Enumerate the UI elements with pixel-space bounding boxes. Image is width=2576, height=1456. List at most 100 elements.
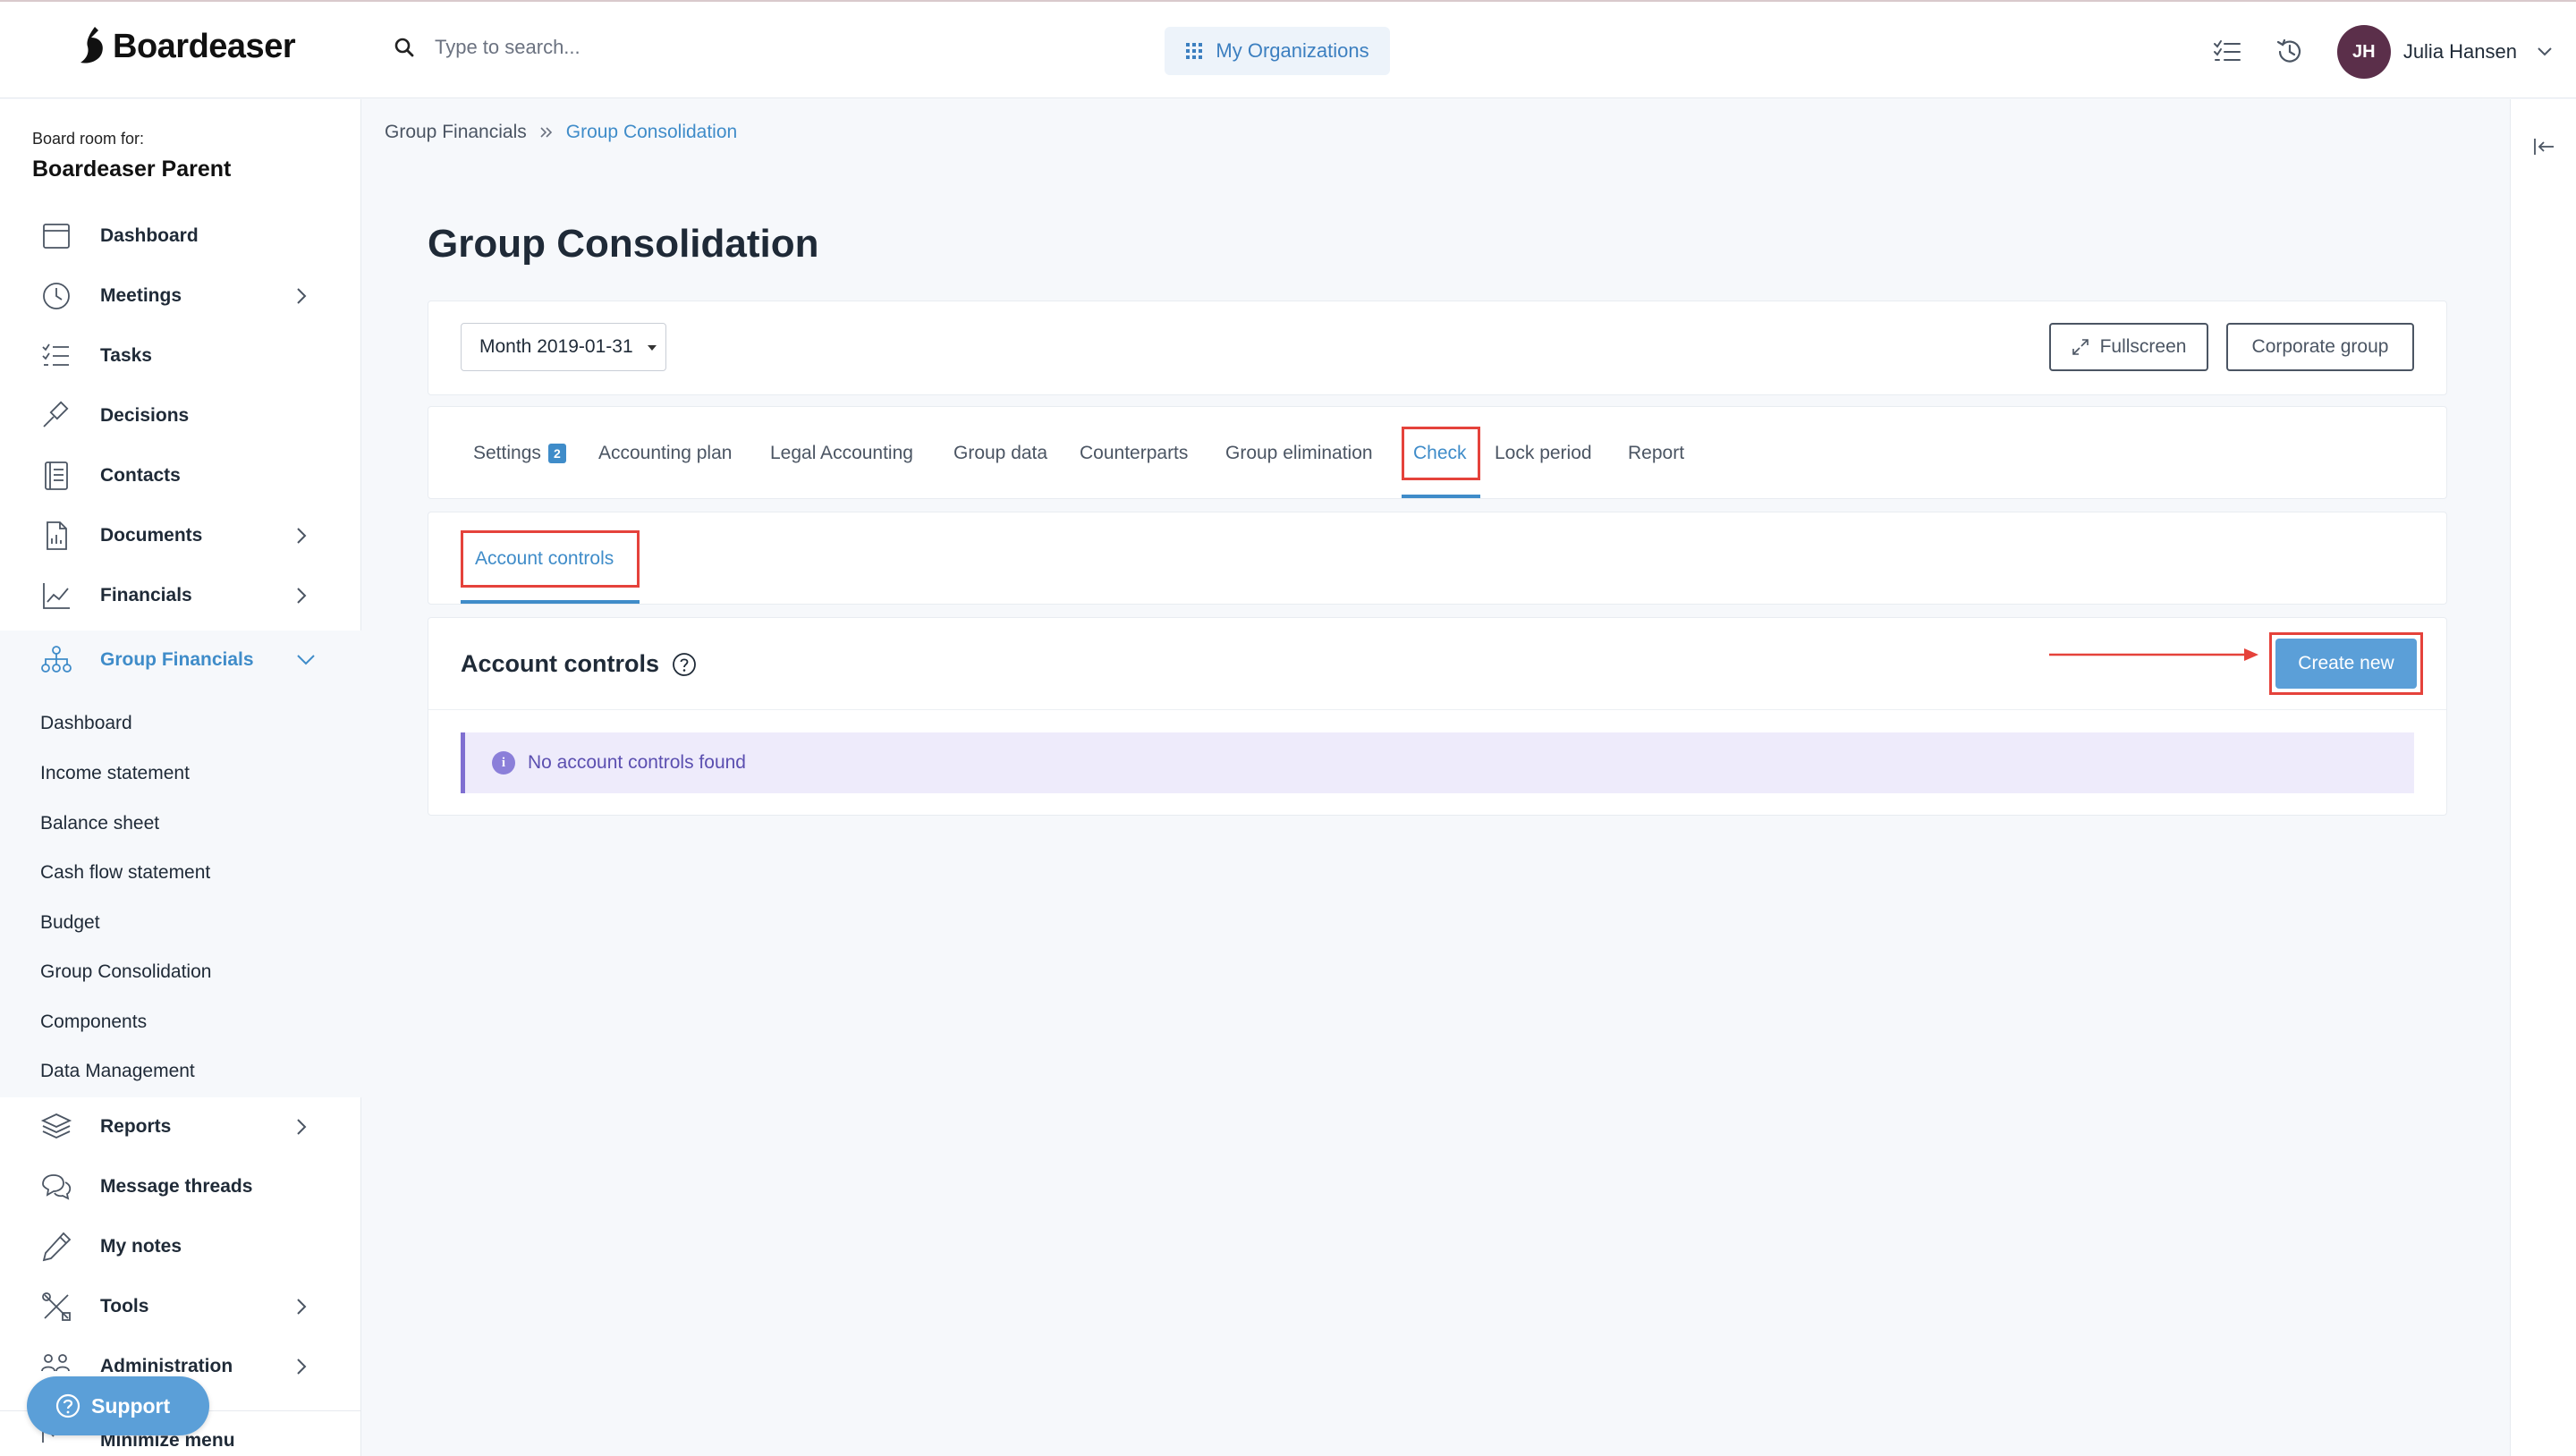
divider	[428, 709, 2446, 710]
sidebar-item-label: Decisions	[100, 405, 190, 426]
sidebar-item-group-financials[interactable]: Group Financials	[0, 631, 361, 690]
sidebar-item-label: Financials	[100, 585, 192, 605]
sidebar-item-my-notes[interactable]: My notes	[0, 1217, 361, 1276]
clock-icon	[43, 283, 70, 309]
right-panel-rail	[2510, 99, 2576, 1456]
chevron-right-icon[interactable]	[295, 1357, 308, 1376]
subtabs-card: Account controls	[428, 512, 2447, 605]
tab-group-data[interactable]: Group data	[953, 443, 1047, 464]
tab-check[interactable]: Check	[1413, 443, 1467, 464]
calendar-icon	[43, 224, 70, 249]
sidebar-item-label: Administration	[100, 1356, 233, 1376]
brand-name: Boardeaser	[113, 27, 296, 65]
section-header: Account controls	[461, 650, 697, 678]
sidebar-item-label: Documents	[100, 525, 203, 546]
help-icon[interactable]	[672, 652, 697, 677]
task-list-icon[interactable]	[2212, 37, 2242, 67]
sidebar-item-label: Tasks	[100, 345, 152, 366]
tab-lock-period[interactable]: Lock period	[1495, 443, 1592, 464]
month-select-value: Month 2019-01-31	[479, 336, 633, 357]
user-name[interactable]: Julia Hansen	[2403, 40, 2517, 63]
tab-settings[interactable]: Settings 2	[473, 443, 566, 464]
fullscreen-label: Fullscreen	[2099, 336, 2187, 357]
sub-item-cash-flow-statement[interactable]: Cash flow statement	[40, 862, 210, 884]
tab-label: Settings	[473, 443, 541, 463]
group-financials-section: Group Financials Dashboard Income statem…	[0, 631, 361, 1097]
help-circle-icon	[55, 1393, 80, 1418]
chevron-right-icon[interactable]	[295, 286, 308, 306]
support-label: Support	[91, 1393, 171, 1418]
month-select[interactable]: Month 2019-01-31	[461, 323, 666, 371]
breadcrumb: Group Financials Group Consolidation	[385, 122, 737, 143]
sidebar-item-financials[interactable]: Financials	[0, 566, 361, 625]
sidebar-item-tasks[interactable]: Tasks	[0, 326, 361, 385]
corporate-group-button[interactable]: Corporate group	[2226, 323, 2414, 371]
settings-count-badge: 2	[547, 444, 566, 463]
sub-item-group-consolidation[interactable]: Group Consolidation	[40, 961, 211, 983]
search-icon	[394, 38, 414, 57]
chevron-right-icon[interactable]	[295, 586, 308, 605]
collapse-panel-icon[interactable]	[2532, 135, 2555, 158]
tab-legal-accounting[interactable]: Legal Accounting	[770, 443, 913, 464]
pencil-icon	[42, 1232, 72, 1262]
create-new-button[interactable]: Create new	[2275, 639, 2417, 689]
account-controls-card: Account controls Create new i No account…	[428, 617, 2447, 816]
sidebar-item-meetings[interactable]: Meetings	[0, 267, 361, 326]
chevron-down-icon[interactable]	[2537, 47, 2553, 57]
sub-item-budget[interactable]: Budget	[40, 912, 100, 934]
section-title: Account controls	[461, 650, 660, 677]
logo-mark-icon	[80, 27, 103, 63]
empty-state-message: No account controls found	[528, 752, 746, 773]
breadcrumb-current: Group Consolidation	[565, 122, 738, 142]
chevron-right-icon[interactable]	[295, 1117, 308, 1137]
double-chevron-right-icon	[540, 127, 552, 138]
tools-icon	[42, 1292, 71, 1321]
sidebar: Board room for: Boardeaser Parent Dashbo…	[0, 99, 361, 1456]
sub-item-balance-sheet[interactable]: Balance sheet	[40, 813, 159, 834]
breadcrumb-parent[interactable]: Group Financials	[385, 122, 527, 143]
org-chart-icon	[41, 646, 72, 673]
tab-accounting-plan[interactable]: Accounting plan	[598, 443, 732, 464]
sub-item-data-management[interactable]: Data Management	[40, 1061, 195, 1082]
tab-counterparts[interactable]: Counterparts	[1080, 443, 1188, 464]
sidebar-item-label: My notes	[100, 1236, 182, 1257]
history-icon[interactable]	[2275, 37, 2305, 67]
sidebar-item-contacts[interactable]: Contacts	[0, 446, 361, 505]
sidebar-item-tools[interactable]: Tools	[0, 1277, 361, 1336]
top-bar: Boardeaser My Organizations	[0, 0, 2576, 98]
chart-line-icon	[43, 583, 70, 609]
expand-icon	[2072, 339, 2089, 355]
sidebar-item-documents[interactable]: Documents	[0, 506, 361, 565]
tabs-card: Settings 2 Accounting plan Legal Account…	[428, 406, 2447, 499]
gavel-icon	[43, 401, 69, 427]
chevron-right-icon[interactable]	[295, 1297, 308, 1316]
fullscreen-button[interactable]: Fullscreen	[2049, 323, 2208, 371]
sub-item-income-statement[interactable]: Income statement	[40, 763, 190, 784]
toolbar-card: Month 2019-01-31 Fullscreen Corporate gr…	[428, 301, 2447, 395]
subtab-account-controls[interactable]: Account controls	[475, 548, 614, 570]
sidebar-item-message-threads[interactable]: Message threads	[0, 1157, 361, 1216]
search-input[interactable]	[435, 36, 971, 59]
arrow-right-annotation-icon	[2049, 648, 2258, 661]
tab-report[interactable]: Report	[1628, 443, 1684, 464]
tab-group-elimination[interactable]: Group elimination	[1225, 443, 1373, 464]
support-button[interactable]: Support	[27, 1376, 209, 1435]
sub-item-components[interactable]: Components	[40, 1012, 147, 1033]
address-book-icon	[45, 461, 68, 490]
empty-state-alert: i No account controls found	[461, 732, 2414, 793]
page-title: Group Consolidation	[428, 222, 819, 266]
sidebar-item-label: Meetings	[100, 285, 182, 306]
chevron-right-icon[interactable]	[295, 526, 308, 546]
search-bar[interactable]	[394, 36, 971, 59]
caret-down-icon	[648, 345, 657, 351]
avatar[interactable]: JH	[2336, 25, 2391, 79]
sidebar-item-decisions[interactable]: Decisions	[0, 386, 361, 445]
chevron-down-icon[interactable]	[295, 653, 317, 667]
my-organizations-label: My Organizations	[1216, 39, 1369, 62]
sidebar-item-reports[interactable]: Reports	[0, 1097, 361, 1156]
sidebar-item-dashboard[interactable]: Dashboard	[0, 207, 361, 266]
sidebar-item-label: Message threads	[100, 1176, 253, 1197]
my-organizations-button[interactable]: My Organizations	[1165, 27, 1390, 75]
sub-item-dashboard[interactable]: Dashboard	[40, 713, 132, 734]
brand-logo[interactable]: Boardeaser	[75, 25, 296, 68]
